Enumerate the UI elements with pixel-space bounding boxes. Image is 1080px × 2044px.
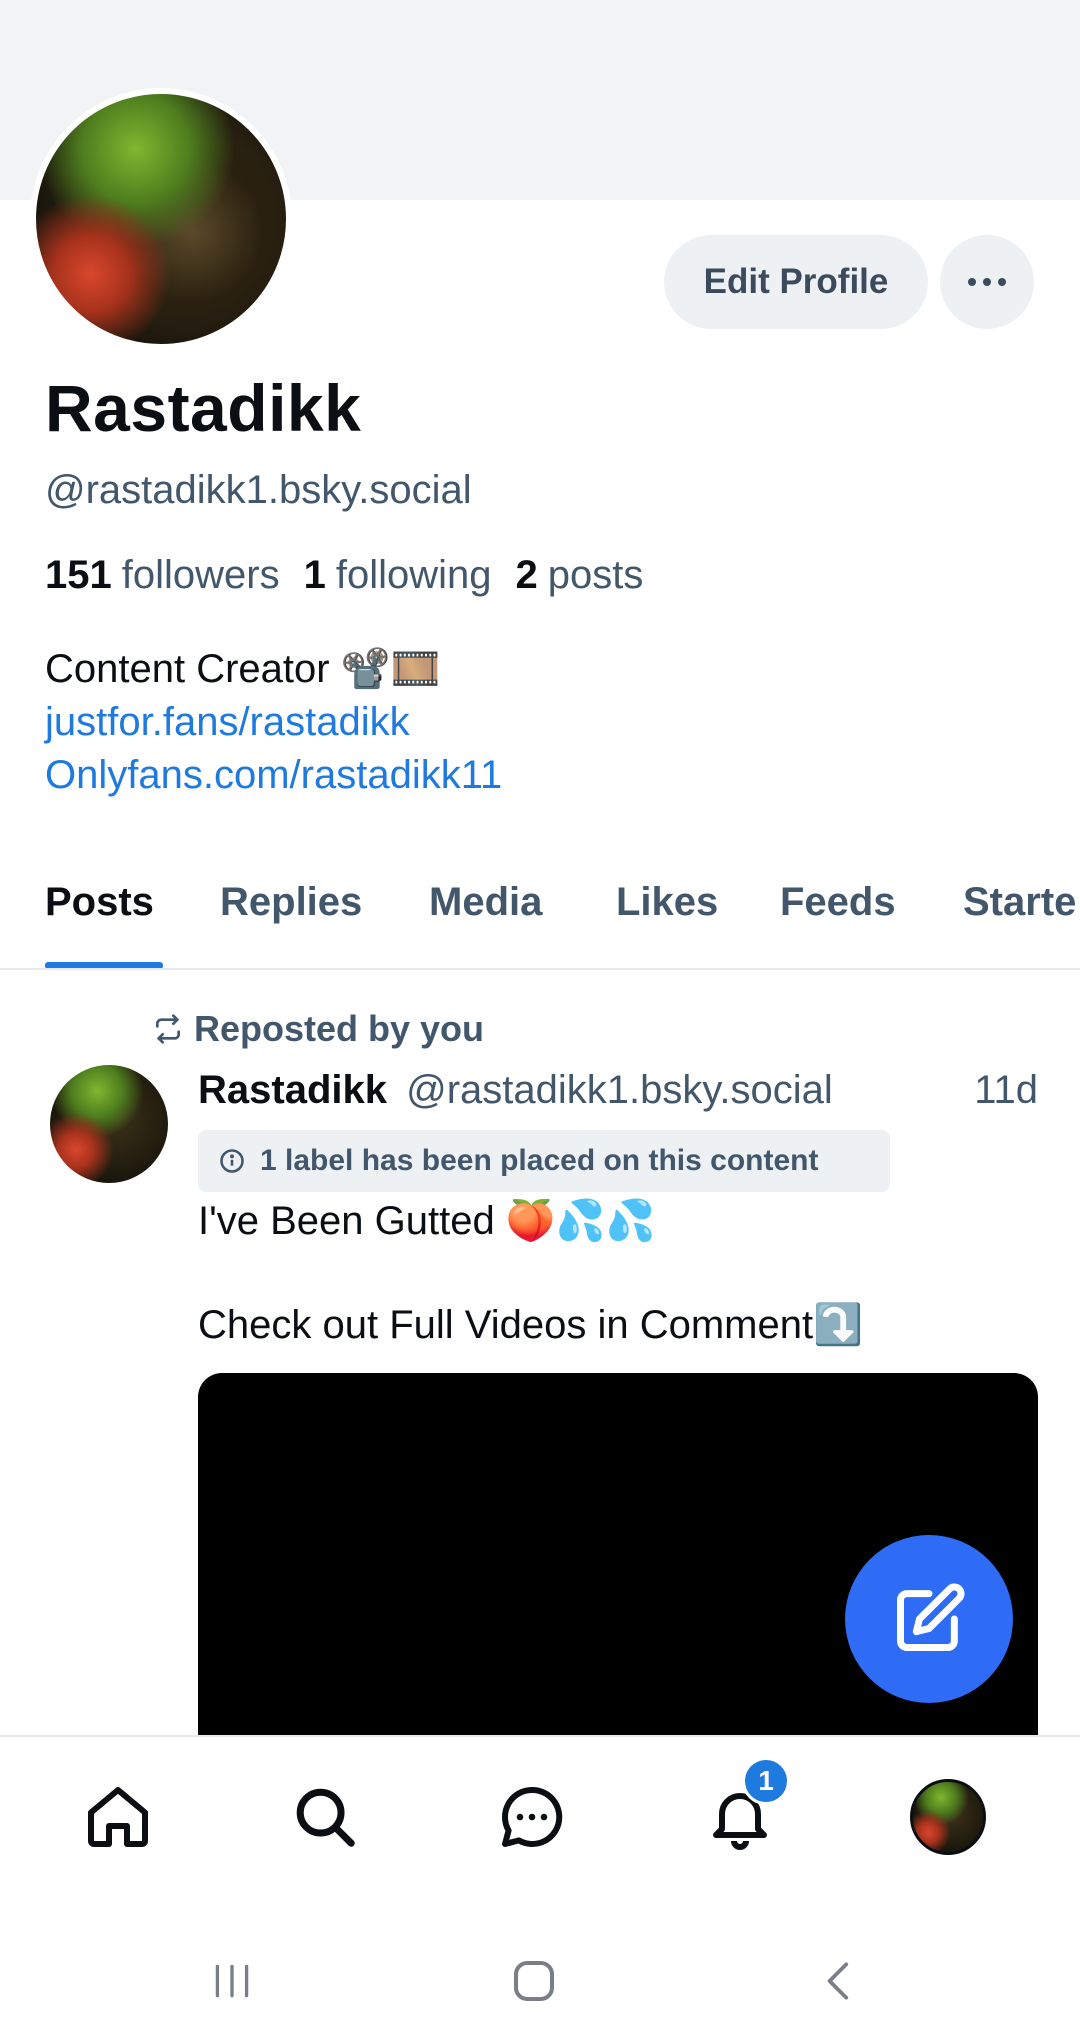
content-label-notice[interactable]: 1 label has been placed on this content <box>198 1130 890 1192</box>
repost-indicator[interactable]: Reposted by you <box>152 1008 484 1050</box>
post-timestamp[interactable]: 11d <box>974 1068 1038 1113</box>
posts-count: 2 <box>515 553 538 597</box>
profile-handle: @rastadikk1.bsky.social <box>45 468 472 512</box>
posts-stat: 2 posts <box>516 553 644 598</box>
notification-badge: 1 <box>742 1757 790 1805</box>
post-header: Rastadikk @rastadikk1.bsky.social 11d <box>198 1068 1038 1113</box>
following-stat[interactable]: 1 following <box>304 553 492 598</box>
edit-profile-button[interactable]: Edit Profile <box>664 235 928 329</box>
ellipsis-icon-dot <box>998 278 1006 286</box>
bottom-navigation <box>0 1735 1080 1911</box>
label-notice-text: 1 label has been placed on this content <box>260 1144 819 1177</box>
nav-search[interactable] <box>285 1777 365 1857</box>
tab-posts[interactable]: Posts <box>45 880 154 925</box>
repost-label: Reposted by you <box>194 1008 485 1049</box>
profile-screen: Edit Profile Rastadikk @rastadikk1.bsky.… <box>0 0 1080 2044</box>
followers-stat[interactable]: 151 followers <box>45 553 280 598</box>
compose-button[interactable] <box>845 1535 1013 1703</box>
bio-link-onlyfans[interactable]: Onlyfans.com/rastadikk11 <box>45 749 502 802</box>
ellipsis-icon-dot <box>983 278 991 286</box>
info-icon <box>220 1149 244 1173</box>
followers-count: 151 <box>45 553 112 597</box>
post-text: I've Been Gutted 🍑💦💦 Check out Full Vide… <box>198 1199 863 1347</box>
following-count: 1 <box>303 553 326 597</box>
bio-text: Content Creator 📽️🎞️ <box>45 647 441 691</box>
search-icon <box>296 1788 355 1847</box>
post-author-handle[interactable]: @rastadikk1.bsky.social <box>406 1068 833 1112</box>
profile-bio: Content Creator 📽️🎞️ justfor.fans/rastad… <box>45 643 502 802</box>
profile-stats: 151 followers 1 following 2 posts <box>45 553 643 598</box>
recents-button[interactable] <box>192 1951 272 2011</box>
home-square-icon <box>513 1960 555 2002</box>
more-options-button[interactable] <box>940 235 1034 329</box>
profile-tabs: Posts Replies Media Likes Feeds Starte <box>0 870 1080 970</box>
posts-label: posts <box>547 553 644 597</box>
active-tab-indicator <box>45 962 163 968</box>
tab-starter-packs[interactable]: Starte <box>963 880 1076 925</box>
system-navigation-bar <box>0 1911 1080 2044</box>
tab-feeds[interactable]: Feeds <box>780 880 896 925</box>
bio-link-justforfans[interactable]: justfor.fans/rastadikk <box>45 696 502 749</box>
nav-profile[interactable] <box>908 1777 988 1857</box>
followers-label: followers <box>121 553 280 597</box>
following-label: following <box>335 553 492 597</box>
back-button[interactable] <box>800 1951 880 2011</box>
profile-avatar[interactable] <box>30 88 292 350</box>
recents-icon <box>215 1964 249 1998</box>
ellipsis-icon <box>968 278 976 286</box>
home-system-button[interactable] <box>494 1951 574 2011</box>
nav-chat[interactable] <box>492 1777 572 1857</box>
post-author-name[interactable]: Rastadikk <box>198 1068 387 1112</box>
nav-profile-avatar <box>910 1779 986 1855</box>
tab-likes[interactable]: Likes <box>616 880 718 925</box>
display-name: Rastadikk <box>45 371 362 445</box>
post-author-avatar[interactable] <box>50 1065 168 1183</box>
repost-icon <box>156 1014 180 1044</box>
tab-media[interactable]: Media <box>429 880 542 925</box>
nav-home[interactable] <box>78 1777 158 1857</box>
compose-icon <box>897 1583 965 1651</box>
back-chevron-icon <box>827 1962 849 2000</box>
home-icon <box>88 1787 148 1847</box>
chat-icon <box>502 1786 563 1847</box>
tab-replies[interactable]: Replies <box>220 880 362 925</box>
